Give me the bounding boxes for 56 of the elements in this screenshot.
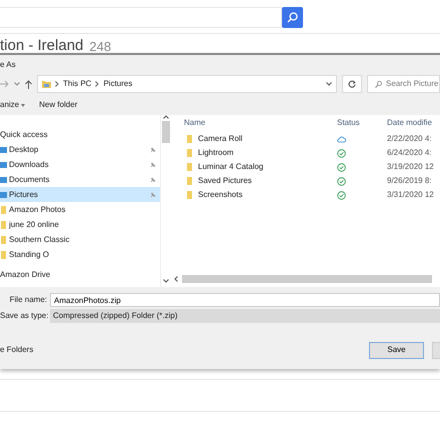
nav-item[interactable]: Quick access (0, 127, 160, 142)
hide-folders-toggle[interactable]: e Folders (0, 344, 34, 356)
save-button[interactable]: Save (369, 342, 424, 358)
search-button[interactable] (282, 7, 303, 28)
scroll-left-icon[interactable] (174, 276, 178, 282)
chevron-right-icon (95, 81, 100, 87)
nav-item[interactable]: Southern Classic (0, 232, 160, 247)
file-name-field[interactable]: AmazonPhotos.zip (50, 293, 440, 307)
folder-icon (42, 80, 51, 88)
page-heading: tion - Ireland (0, 38, 84, 53)
search-icon (375, 80, 382, 88)
file-name[interactable]: Screenshots (174, 189, 337, 201)
up-arrow-icon[interactable] (25, 80, 32, 88)
file-name[interactable]: Saved Pictures (174, 175, 337, 187)
date-cell: 3/31/2020 12 (387, 189, 434, 201)
field-label: Save as type: (0, 310, 50, 322)
address-bar[interactable]: This PC Pictures (37, 75, 337, 93)
column-header[interactable]: Date modifie (387, 117, 432, 129)
nav-item[interactable]: Pictures (0, 187, 160, 202)
scroll-up-icon[interactable] (163, 115, 169, 119)
file-type-dropdown[interactable]: Compressed (zipped) Folder (*.zip) (50, 309, 440, 323)
nav-item[interactable]: Documents (0, 172, 160, 187)
breadcrumb[interactable]: This PC (63, 78, 92, 90)
scrollbar[interactable] (160, 115, 171, 287)
toolbar-button[interactable]: anize (0, 99, 26, 111)
date-cell: 6/24/2020 4: (387, 147, 432, 159)
nav-item[interactable]: june 20 online (0, 217, 160, 232)
file-name[interactable]: Camera Roll (174, 133, 337, 145)
search-field[interactable]: Search Picture (367, 75, 440, 93)
scroll-down-icon[interactable] (163, 279, 169, 283)
nav-item[interactable]: Downloads (0, 157, 160, 172)
date-cell: 2/22/2020 4: (387, 133, 432, 145)
toolbar-button[interactable]: New folder (39, 99, 78, 111)
scrollbar-thumb[interactable] (182, 274, 432, 282)
chevron-right-icon (55, 81, 59, 87)
window-title: e As (0, 59, 16, 71)
nav-item[interactable]: Standing O (0, 247, 160, 262)
nav-item[interactable]: Amazon Photos (0, 202, 160, 217)
breadcrumb[interactable]: Pictures (103, 78, 132, 90)
item-count: 248 (89, 40, 112, 53)
nav-item[interactable]: Desktop (0, 142, 160, 157)
field-label: File name: (8, 294, 48, 306)
chevron-down-icon[interactable] (14, 82, 20, 86)
nav-item[interactable]: Amazon Drive (0, 267, 160, 282)
column-header[interactable]: Status (337, 117, 387, 129)
file-name[interactable]: Luminar 4 Catalog (174, 161, 337, 173)
refresh-icon (348, 80, 356, 88)
dropdown-caret-icon[interactable] (326, 82, 332, 86)
search-icon (287, 12, 298, 23)
date-cell: 9/26/2019 8: (387, 175, 432, 187)
column-header[interactable]: Name (174, 117, 337, 129)
scrollbar-thumb[interactable] (162, 121, 170, 143)
date-cell: 3/19/2020 12 (387, 161, 434, 173)
refresh-button[interactable] (342, 75, 362, 93)
file-name[interactable]: Lightroom (174, 147, 337, 159)
search-field[interactable] (0, 7, 282, 28)
